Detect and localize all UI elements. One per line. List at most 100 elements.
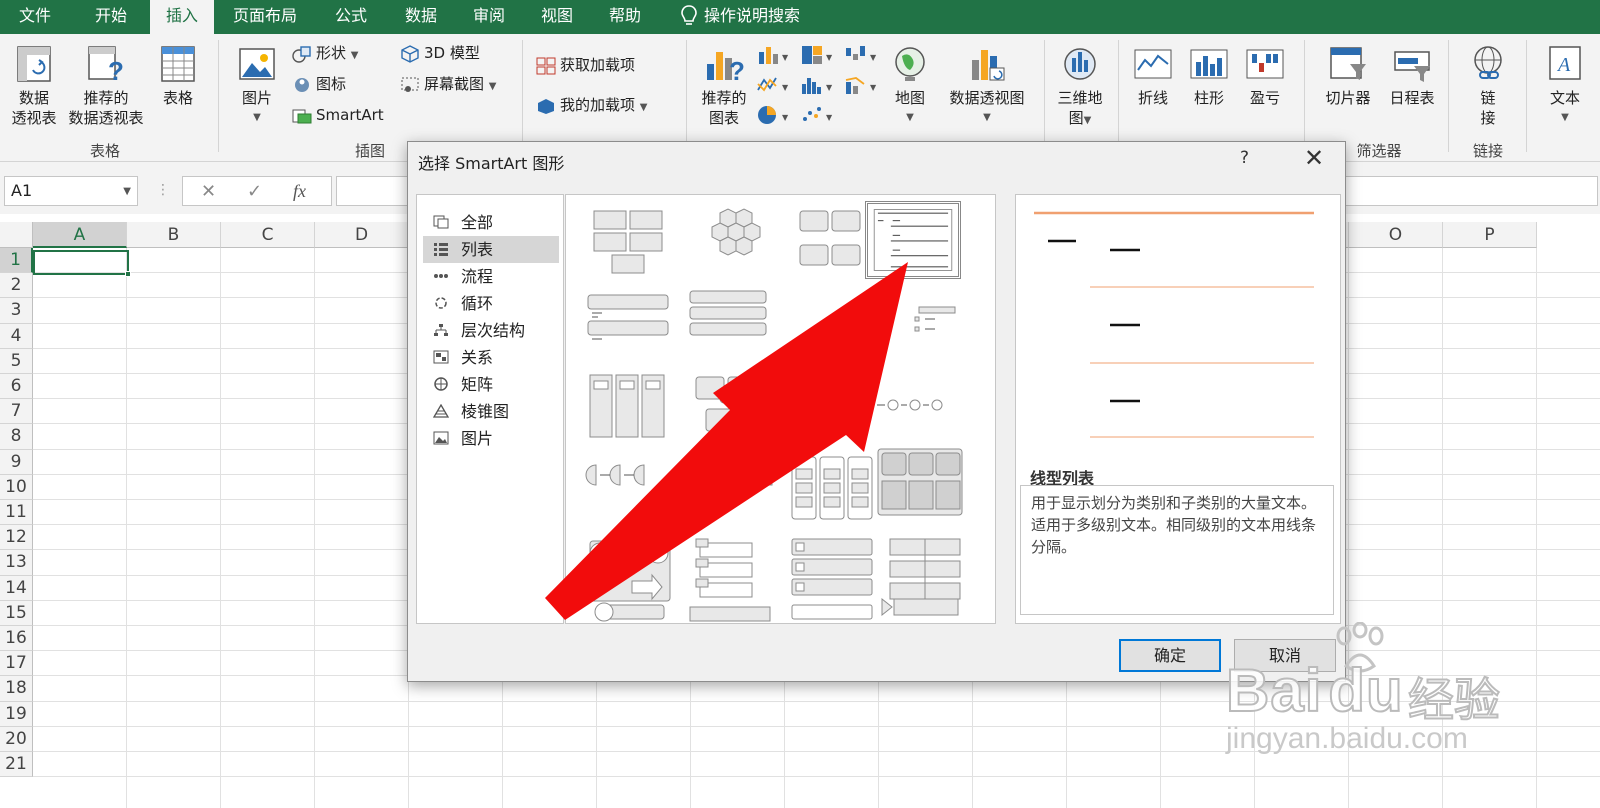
layout-thumbnail[interactable] xyxy=(582,599,678,624)
select-all-corner[interactable] xyxy=(0,222,33,248)
category-list-item[interactable]: 列表 xyxy=(423,236,559,263)
row-header-18[interactable]: 18 xyxy=(0,676,33,702)
model-3d-button[interactable]: 3D 模型 xyxy=(400,42,480,64)
link-button[interactable]: 链 接 xyxy=(1466,44,1510,128)
category-all[interactable]: 全部 xyxy=(423,209,559,236)
row-header-17[interactable]: 17 xyxy=(0,651,33,677)
icons-button[interactable]: 图标 xyxy=(292,73,346,95)
ok-button[interactable]: 确定 xyxy=(1119,639,1221,672)
fill-handle[interactable] xyxy=(125,271,131,277)
column-header-P[interactable]: P xyxy=(1443,222,1537,248)
row-header-15[interactable]: 15 xyxy=(0,600,33,626)
column-header-D[interactable]: D xyxy=(315,222,409,248)
column-header-C[interactable]: C xyxy=(221,222,315,248)
category-pyramid[interactable]: 棱锥图 xyxy=(423,398,559,425)
row-header-14[interactable]: 14 xyxy=(0,575,33,601)
row-header-4[interactable]: 4 xyxy=(0,323,33,349)
row-header-12[interactable]: 12 xyxy=(0,525,33,551)
tab-formulas[interactable]: 公式 xyxy=(320,0,382,34)
layout-thumbnail[interactable] xyxy=(582,369,678,447)
text-button[interactable]: A 文本 ▼ xyxy=(1540,44,1590,128)
category-relationship[interactable]: 关系 xyxy=(423,344,559,371)
tab-data[interactable]: 数据 xyxy=(390,0,452,34)
tell-me-search[interactable]: 操作说明搜索 xyxy=(704,0,814,34)
layout-thumbnail[interactable] xyxy=(865,287,961,365)
row-header-21[interactable]: 21 xyxy=(0,752,33,778)
row-header-2[interactable]: 2 xyxy=(0,273,33,299)
column-header-B[interactable]: B xyxy=(127,222,221,248)
column-chart-icon[interactable]: ▼ xyxy=(756,44,790,66)
help-button[interactable]: ? xyxy=(1240,148,1249,168)
pictures-button[interactable]: 图片 ▼ xyxy=(232,44,282,128)
row-header-10[interactable]: 10 xyxy=(0,474,33,500)
hierarchy-chart-icon[interactable]: ▼ xyxy=(800,44,834,66)
row-header-16[interactable]: 16 xyxy=(0,626,33,652)
enter-icon[interactable]: ✓ xyxy=(247,181,262,202)
layout-thumbnail[interactable] xyxy=(872,445,968,523)
waterfall-chart-icon[interactable]: ▼ xyxy=(844,44,878,66)
slicer-button[interactable]: 切片器 xyxy=(1320,44,1376,108)
column-header-O[interactable]: O xyxy=(1349,222,1443,248)
tab-review[interactable]: 审阅 xyxy=(458,0,520,34)
layout-thumbnail[interactable] xyxy=(684,205,780,283)
timeline-button[interactable]: 日程表 xyxy=(1384,44,1440,108)
layout-thumbnail[interactable] xyxy=(582,205,678,283)
column-header-A[interactable]: A xyxy=(33,222,127,248)
layout-thumbnail[interactable] xyxy=(582,287,678,365)
row-header-7[interactable]: 7 xyxy=(0,399,33,425)
sparkline-column-button[interactable]: 柱形 xyxy=(1186,44,1232,108)
stat-chart-icon[interactable]: ▼ xyxy=(800,74,834,96)
row-header-3[interactable]: 3 xyxy=(0,298,33,324)
insert-function-icon[interactable]: fx xyxy=(293,181,306,202)
recommended-charts-button[interactable]: ? 推荐的 图表 xyxy=(696,44,752,128)
smartart-button[interactable]: SmartArt xyxy=(292,104,384,126)
layout-thumbnail[interactable] xyxy=(582,451,678,529)
tab-insert[interactable]: 插入 xyxy=(150,0,214,34)
row-header-11[interactable]: 11 xyxy=(0,500,33,526)
table-button[interactable]: 表格 xyxy=(154,44,202,108)
scatter-chart-icon[interactable]: ▼ xyxy=(800,104,834,126)
cancel-icon[interactable]: ✕ xyxy=(201,181,216,202)
close-icon[interactable]: ✕ xyxy=(1304,144,1324,172)
layout-thumbnail[interactable] xyxy=(684,599,780,624)
layout-thumbnail[interactable] xyxy=(684,451,780,529)
row-header-13[interactable]: 13 xyxy=(0,550,33,576)
shapes-button[interactable]: 形状 ▼ xyxy=(292,42,359,67)
tab-home[interactable]: 开始 xyxy=(76,0,146,34)
tab-help[interactable]: 帮助 xyxy=(594,0,656,34)
3d-map-button[interactable]: 三维地 图▼ xyxy=(1054,44,1106,131)
layout-thumbnail[interactable] xyxy=(684,287,780,365)
tab-view[interactable]: 视图 xyxy=(526,0,588,34)
row-header-1[interactable]: 1 xyxy=(0,248,33,274)
tab-file[interactable]: 文件 xyxy=(6,0,64,34)
category-cycle[interactable]: 循环 xyxy=(423,290,559,317)
screenshot-button[interactable]: 屏幕截图 ▼ xyxy=(400,73,497,98)
layout-thumbnail[interactable] xyxy=(684,369,780,447)
pivot-table-button[interactable]: 数据 透视表 xyxy=(6,44,62,128)
maps-button[interactable]: 地图 ▼ xyxy=(890,44,930,128)
row-header-19[interactable]: 19 xyxy=(0,701,33,727)
category-hierarchy[interactable]: 层次结构 xyxy=(423,317,559,344)
row-header-9[interactable]: 9 xyxy=(0,449,33,475)
row-header-5[interactable]: 5 xyxy=(0,348,33,374)
layout-thumbnail[interactable] xyxy=(872,595,968,624)
active-cell[interactable] xyxy=(33,250,129,275)
category-picture[interactable]: 图片 xyxy=(423,425,559,452)
row-header-20[interactable]: 20 xyxy=(0,726,33,752)
name-box[interactable]: A1 ▼ xyxy=(4,176,138,206)
layout-thumbnail[interactable] xyxy=(786,599,882,624)
layout-thumbnail-selected[interactable] xyxy=(865,201,961,279)
my-addins-button[interactable]: 我的加载项 ▼ xyxy=(536,94,648,119)
pivot-chart-button[interactable]: 数据透视图 ▼ xyxy=(942,44,1032,128)
row-header-8[interactable]: 8 xyxy=(0,424,33,450)
sparkline-line-button[interactable]: 折线 xyxy=(1130,44,1176,108)
recommended-pivot-button[interactable]: ? 推荐的 数据透视表 xyxy=(64,44,148,128)
layout-thumbnail[interactable] xyxy=(865,369,961,447)
layout-thumbnail[interactable] xyxy=(786,451,882,529)
chevron-down-icon[interactable]: ▼ xyxy=(123,186,131,197)
category-process[interactable]: 流程 xyxy=(423,263,559,290)
row-header-6[interactable]: 6 xyxy=(0,374,33,400)
category-matrix[interactable]: 矩阵 xyxy=(423,371,559,398)
sparkline-winloss-button[interactable]: 盈亏 xyxy=(1242,44,1288,108)
pie-chart-icon[interactable]: ▼ xyxy=(756,104,790,126)
